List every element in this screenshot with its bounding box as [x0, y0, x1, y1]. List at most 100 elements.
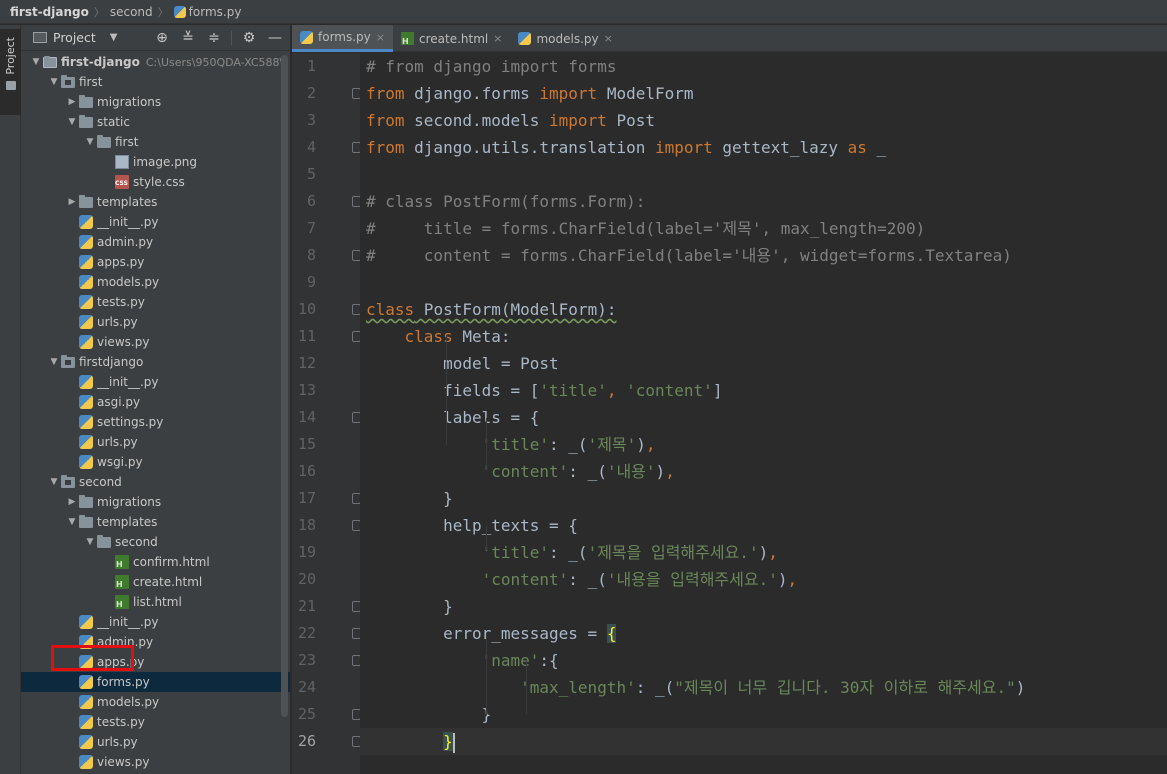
breadcrumb-project[interactable]: first-django	[10, 5, 89, 19]
code-line[interactable]	[360, 161, 366, 188]
code-line[interactable]: 'title': _('제목'),	[360, 431, 656, 458]
tree-item[interactable]: ▶urls.py	[21, 432, 290, 452]
project-folder-icon	[43, 56, 57, 68]
tree-item[interactable]: ▶admin.py	[21, 232, 290, 252]
tree-item[interactable]: ▶tests.py	[21, 292, 290, 312]
chevron-down-icon[interactable]: ▼	[29, 57, 43, 67]
tree-item[interactable]: ▶style.css	[21, 172, 290, 192]
tree-item[interactable]: ▶views.py	[21, 752, 290, 772]
tree-item[interactable]: ▼ firstdjango	[21, 352, 290, 372]
code-line[interactable]: 'content': _('내용'),	[360, 458, 675, 485]
tree-item[interactable]: ▼ second	[21, 472, 290, 492]
breadcrumb: first-django 〉 second 〉 forms.py	[0, 0, 1167, 24]
tree-item[interactable]: ▶models.py	[21, 272, 290, 292]
tree-item[interactable]: ▼ first	[21, 72, 290, 92]
code-line[interactable]: }	[360, 701, 492, 728]
tree-item-label: firstdjango	[79, 355, 144, 369]
code-line[interactable]: labels = {	[360, 404, 539, 431]
chevron-right-icon[interactable]: ▶	[65, 197, 79, 207]
tree-item[interactable]: ▶ migrations	[21, 92, 290, 112]
editor-tab[interactable]: models.py ×	[510, 25, 620, 52]
code-line[interactable]: # class PostForm(forms.Form):	[360, 188, 645, 215]
tree-item[interactable]: ▶settings.py	[21, 412, 290, 432]
collapse-all-icon[interactable]: ≑	[205, 29, 223, 47]
code-line[interactable]: # content = forms.CharField(label='내용', …	[360, 242, 1012, 269]
tree-item[interactable]: ▶forms.py	[21, 672, 290, 692]
code-line[interactable]: help_texts = {	[360, 512, 578, 539]
code-line[interactable]: # from django import forms	[360, 53, 616, 80]
code-line[interactable]: }	[360, 485, 453, 512]
breadcrumb-folder[interactable]: second	[110, 5, 153, 19]
tree-item[interactable]: ▼ second	[21, 532, 290, 552]
tree-item[interactable]: ▶list.html	[21, 592, 290, 612]
code-line[interactable]: 'title': _('제목을 입력해주세요.'),	[360, 539, 778, 566]
code-line[interactable]: error_messages = {	[360, 620, 617, 647]
expand-all-icon[interactable]: ≚	[179, 29, 197, 47]
chevron-down-icon[interactable]: ▼	[110, 32, 118, 43]
tree-item-label: views.py	[97, 755, 150, 769]
chevron-down-icon[interactable]: ▼	[47, 357, 61, 367]
line-number: 14	[297, 408, 316, 426]
folder-icon	[97, 135, 111, 148]
chevron-down-icon[interactable]: ▼	[47, 477, 61, 487]
code-line[interactable]: from django.forms import ModelForm	[360, 80, 694, 107]
tree-item[interactable]: ▶urls.py	[21, 732, 290, 752]
tree-item[interactable]: ▶__init__.py	[21, 372, 290, 392]
code-line[interactable]: }	[360, 593, 453, 620]
close-icon[interactable]: ×	[493, 32, 502, 45]
tree-item[interactable]: ▶tests.py	[21, 712, 290, 732]
tree-item[interactable]: ▶models.py	[21, 692, 290, 712]
tree-item[interactable]: ▼ first	[21, 132, 290, 152]
code-line[interactable]: }	[360, 728, 1167, 755]
tree-item[interactable]: ▶image.png	[21, 152, 290, 172]
code-line[interactable]: 'max_length': _("제목이 너무 깁니다. 30자 이하로 해주세…	[360, 674, 1025, 701]
tree-item[interactable]: ▶urls.py	[21, 312, 290, 332]
tree-item[interactable]: ▶views.py	[21, 332, 290, 352]
tree-item[interactable]: ▶__init__.py	[21, 612, 290, 632]
chevron-right-icon[interactable]: ▶	[65, 97, 79, 107]
editor-tab[interactable]: create.html ×	[393, 25, 510, 52]
tree-item[interactable]: ▼ static	[21, 112, 290, 132]
breadcrumb-file[interactable]: forms.py	[189, 5, 242, 19]
tree-item[interactable]: ▶confirm.html	[21, 552, 290, 572]
chevron-down-icon[interactable]: ▼	[65, 117, 79, 127]
code-line[interactable]: # title = forms.CharField(label='제목', ma…	[360, 215, 925, 242]
breadcrumb-separator-icon: 〉	[157, 5, 169, 19]
code-line[interactable]: 'content': _('내용을 입력해주세요.'),	[360, 566, 798, 593]
python-file-icon	[79, 755, 93, 769]
chevron-down-icon[interactable]: ▼	[83, 537, 97, 547]
code-editor[interactable]: # from django import forms from django.fo…	[360, 53, 1167, 774]
breadcrumb-separator-icon: 〉	[93, 5, 105, 19]
chevron-down-icon[interactable]: ▼	[47, 77, 61, 87]
code-line[interactable]: model = Post	[360, 350, 559, 377]
code-line[interactable]: class PostForm(ModelForm):	[360, 296, 616, 323]
locate-icon[interactable]: ⊕	[153, 29, 171, 47]
tree-item[interactable]: ▼ templates	[21, 512, 290, 532]
tree-item[interactable]: ▶__init__.py	[21, 212, 290, 232]
chevron-right-icon[interactable]: ▶	[65, 497, 79, 507]
code-token: gettext_lazy	[712, 138, 848, 157]
close-icon[interactable]: ×	[604, 32, 613, 45]
chevron-down-icon[interactable]: ▼	[83, 137, 97, 147]
gear-icon[interactable]: ⚙	[240, 29, 258, 47]
editor-tab[interactable]: forms.py ×	[292, 25, 393, 52]
code-line[interactable]: fields = ['title', 'content']	[360, 377, 722, 404]
code-line[interactable]: class Meta:	[360, 323, 511, 350]
code-line[interactable]: 'name':{	[360, 647, 559, 674]
minimize-icon[interactable]: —	[266, 29, 284, 47]
project-tool-tab[interactable]: Project	[0, 29, 21, 115]
code-line[interactable]: from second.models import Post	[360, 107, 655, 134]
module-folder-icon	[61, 75, 75, 88]
code-line[interactable]	[360, 269, 366, 296]
tree-item[interactable]: ▶ migrations	[21, 492, 290, 512]
tree-item[interactable]: ▶wsgi.py	[21, 452, 290, 472]
tree-item[interactable]: ▶asgi.py	[21, 392, 290, 412]
tree-item[interactable]: ▶ templates	[21, 192, 290, 212]
tree-item[interactable]: ▼ first-django C:\Users\950QDA-XC588\	[21, 52, 290, 72]
chevron-down-icon[interactable]: ▼	[65, 517, 79, 527]
tree-item[interactable]: ▶create.html	[21, 572, 290, 592]
close-icon[interactable]: ×	[376, 31, 385, 44]
tree-item[interactable]: ▶apps.py	[21, 252, 290, 272]
code-line[interactable]: from django.utils.translation import get…	[360, 134, 886, 161]
project-panel-title[interactable]: Project	[53, 30, 96, 45]
